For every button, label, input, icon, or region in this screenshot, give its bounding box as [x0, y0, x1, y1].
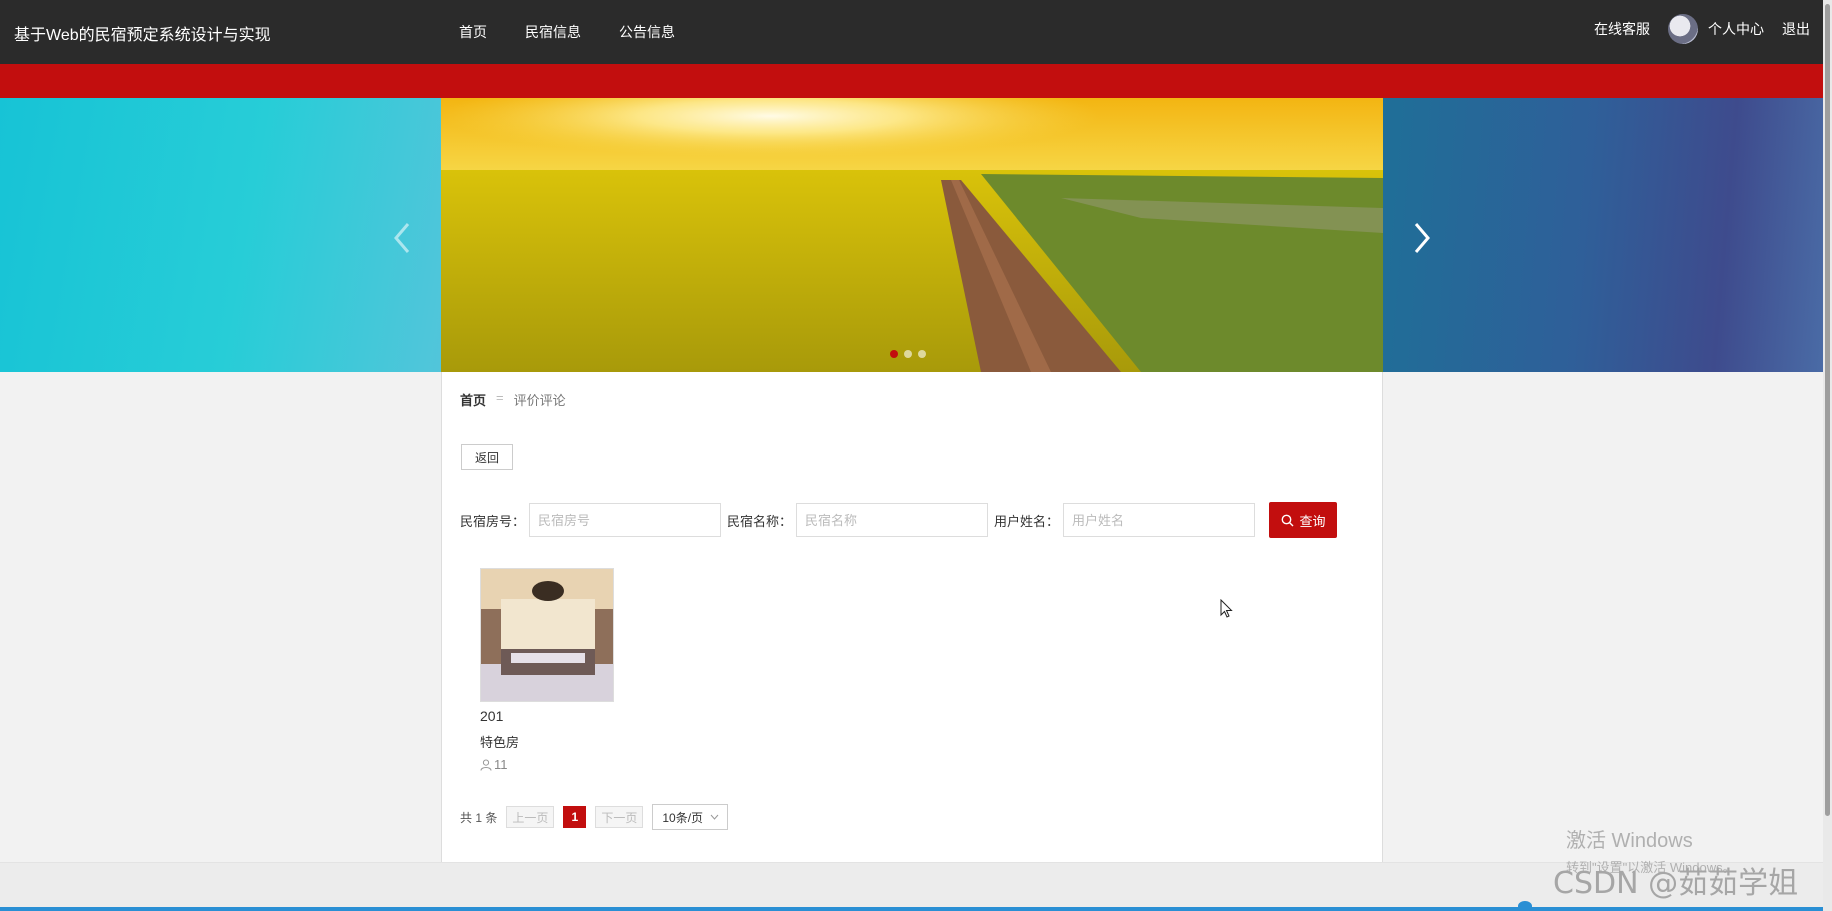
banner-side-right [1383, 98, 1832, 372]
nav-home[interactable]: 首页 [459, 22, 487, 42]
chevron-down-icon [710, 814, 719, 820]
site-title: 基于Web的民宿预定系统设计与实现 [14, 27, 271, 44]
view-count-value: 11 [494, 757, 508, 772]
user-icon [480, 759, 492, 771]
next-page-button[interactable]: 下一页 [595, 806, 644, 828]
profile-link[interactable]: 个人中心 [1708, 19, 1764, 39]
progress-knob[interactable] [1518, 901, 1532, 911]
page-number[interactable]: 1 [563, 806, 587, 828]
query-button-label: 查询 [1299, 513, 1326, 529]
homestay-name-input[interactable] [796, 503, 989, 537]
room-type: 特色房 [480, 735, 520, 750]
online-service-link[interactable]: 在线客服 [1594, 19, 1650, 39]
avatar[interactable] [1668, 14, 1698, 44]
carousel-indicators [890, 350, 926, 358]
csdn-watermark: CSDN @茹茹学姐 [1553, 866, 1799, 901]
nav-homestay-info[interactable]: 民宿信息 [525, 22, 581, 42]
carousel-dot[interactable] [904, 350, 912, 358]
breadcrumb: 首页 = 评价评论 [460, 390, 566, 409]
prev-page-button[interactable]: 上一页 [506, 806, 555, 828]
query-button[interactable]: 查询 [1269, 502, 1338, 538]
homestay-name-label: 民宿名称： [727, 513, 793, 529]
mouse-cursor-icon [1220, 599, 1233, 618]
room-number-label: 民宿房号： [460, 513, 526, 529]
user-menu: 在线客服 个人中心 退出 [1594, 14, 1810, 44]
banner-slide-image[interactable] [441, 98, 1383, 372]
banner-side-left [0, 98, 441, 372]
pagination: 共 1 条 上一页 1 下一页 10条/页 [460, 804, 729, 830]
carousel-dot[interactable] [890, 350, 898, 358]
view-count: 11 [480, 757, 616, 772]
main-nav: 首页 民宿信息 公告信息 [459, 22, 675, 42]
logout-link[interactable]: 退出 [1782, 19, 1810, 39]
main-content: 首页 = 评价评论 返回 民宿房号： 民宿名称： 用户姓名： 查询 [441, 372, 1383, 862]
breadcrumb-separator: = [496, 390, 504, 405]
breadcrumb-home[interactable]: 首页 [460, 390, 486, 409]
room-number: 201 [480, 708, 504, 724]
back-button[interactable]: 返回 [461, 444, 513, 470]
activate-title: 激活 Windows [1566, 830, 1693, 852]
carousel-prev-icon[interactable] [388, 218, 416, 258]
search-form: 民宿房号： 民宿名称： 用户姓名： 查询 [460, 502, 1338, 538]
nav-announcements[interactable]: 公告信息 [619, 22, 675, 42]
breadcrumb-current: 评价评论 [513, 393, 566, 408]
carousel-dot[interactable] [918, 350, 926, 358]
search-icon [1281, 514, 1294, 526]
accent-bar [0, 64, 1832, 98]
user-name-input[interactable] [1063, 503, 1256, 537]
scrollbar-thumb[interactable] [1825, 4, 1830, 816]
page-size-select[interactable]: 10条/页 [652, 804, 729, 830]
user-name-label: 用户姓名： [994, 513, 1060, 529]
list-item[interactable]: 201 特色房 11 [480, 568, 616, 772]
progress-line [0, 907, 1832, 911]
page-size-value: 10条/页 [662, 810, 704, 825]
room-thumbnail[interactable] [480, 568, 614, 702]
top-navbar: 基于Web的民宿预定系统设计与实现 首页 民宿信息 公告信息 在线客服 个人中心… [0, 0, 1832, 64]
room-number-input[interactable] [529, 503, 722, 537]
carousel-next-icon[interactable] [1408, 218, 1436, 258]
pagination-total: 共 1 条 [460, 810, 498, 825]
